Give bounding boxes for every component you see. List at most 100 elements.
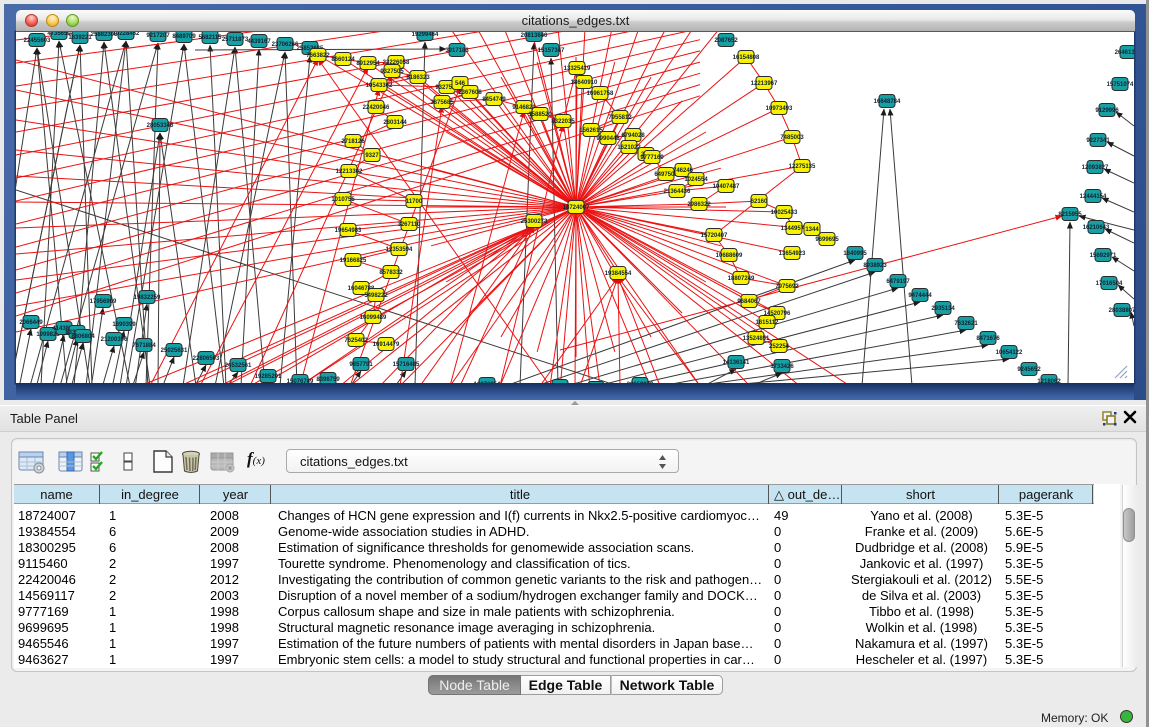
svg-text:11700: 11700 xyxy=(406,199,423,205)
svg-text:12353594: 12353594 xyxy=(386,247,413,253)
svg-text:8215955: 8215955 xyxy=(1058,212,1082,218)
svg-text:13524851: 13524851 xyxy=(743,336,770,342)
svg-text:18724007: 18724007 xyxy=(563,205,590,211)
svg-text:7955812: 7955812 xyxy=(608,115,632,121)
svg-text:9227341: 9227341 xyxy=(1086,138,1110,144)
svg-text:2986322: 2986322 xyxy=(687,202,711,208)
svg-text:15716485: 15716485 xyxy=(393,362,420,368)
svg-text:19166825: 19166825 xyxy=(340,258,367,264)
svg-text:7625402: 7625402 xyxy=(344,338,368,344)
svg-text:22420046: 22420046 xyxy=(363,105,390,111)
svg-text:8489709: 8489709 xyxy=(172,34,196,40)
svg-text:15692971: 15692971 xyxy=(1090,253,1117,259)
svg-text:6794028: 6794028 xyxy=(621,133,645,139)
svg-text:1344: 1344 xyxy=(805,227,819,233)
svg-text:13654923: 13654923 xyxy=(779,251,806,257)
svg-text:7632621: 7632621 xyxy=(954,321,978,327)
svg-text:25300273: 25300273 xyxy=(521,219,548,225)
svg-text:28053346: 28053346 xyxy=(147,123,174,129)
svg-text:3917183: 3917183 xyxy=(445,48,469,54)
svg-text:19832259: 19832259 xyxy=(134,295,161,301)
svg-text:1024554: 1024554 xyxy=(684,177,708,183)
svg-text:28038807: 28038807 xyxy=(1109,308,1134,314)
svg-text:13325419: 13325419 xyxy=(564,66,591,72)
svg-text:3267110: 3267110 xyxy=(397,222,421,228)
svg-text:16648784: 16648784 xyxy=(874,99,901,105)
svg-text:2803144: 2803144 xyxy=(383,120,407,126)
svg-text:16154808: 16154808 xyxy=(733,55,760,61)
svg-text:8454749: 8454749 xyxy=(482,97,506,103)
svg-text:2718126: 2718126 xyxy=(341,139,365,145)
svg-text:12444154: 12444154 xyxy=(1080,194,1107,200)
svg-text:9684067: 9684067 xyxy=(737,299,761,305)
svg-text:22455603: 22455603 xyxy=(24,38,51,44)
svg-text:25711873: 25711873 xyxy=(222,37,249,43)
svg-text:19654983: 19654983 xyxy=(335,228,362,234)
svg-text:19384554: 19384554 xyxy=(605,271,632,277)
svg-text:10407487: 10407487 xyxy=(713,184,740,190)
svg-text:24532561: 24532561 xyxy=(225,363,252,369)
svg-text:5498222: 5498222 xyxy=(364,293,388,299)
svg-text:2935134: 2935134 xyxy=(931,306,955,312)
svg-text:14136141: 14136141 xyxy=(723,360,750,366)
svg-text:9327505: 9327505 xyxy=(380,69,404,75)
svg-text:9129996: 9129996 xyxy=(1095,108,1119,114)
svg-text:8578332: 8578332 xyxy=(379,270,403,276)
svg-text:8806804: 8806804 xyxy=(71,334,95,340)
svg-text:12275135: 12275135 xyxy=(789,164,816,170)
svg-text:4439167: 4439167 xyxy=(247,39,271,45)
svg-text:10543362: 10543362 xyxy=(366,83,393,89)
svg-text:9777169: 9777169 xyxy=(640,155,664,161)
svg-text:9217207: 9217207 xyxy=(146,33,170,39)
svg-text:10973493: 10973493 xyxy=(766,106,793,112)
svg-text:252254: 252254 xyxy=(769,344,790,350)
svg-text:7485003: 7485003 xyxy=(780,135,804,141)
svg-text:8186323: 8186323 xyxy=(406,75,430,81)
svg-text:8938923: 8938923 xyxy=(863,263,887,269)
svg-text:7663822: 7663822 xyxy=(306,53,330,59)
svg-text:1890399: 1890399 xyxy=(112,322,136,328)
svg-text:5682115: 5682115 xyxy=(198,35,222,41)
svg-text:23706266: 23706266 xyxy=(272,42,299,48)
svg-text:12093827: 12093827 xyxy=(1082,165,1109,171)
svg-text:15157347: 15157347 xyxy=(538,48,565,54)
svg-text:9245652: 9245652 xyxy=(1017,367,1041,373)
svg-text:10688609: 10688609 xyxy=(716,253,743,259)
svg-text:10228452: 10228452 xyxy=(113,32,140,37)
svg-text:8471676: 8471676 xyxy=(976,336,1000,342)
svg-text:15720407: 15720407 xyxy=(701,233,728,239)
svg-text:19299464: 19299464 xyxy=(412,32,439,38)
svg-text:12213302: 12213302 xyxy=(336,169,363,175)
svg-text:8660124: 8660124 xyxy=(331,57,355,63)
svg-text:17016504: 17016504 xyxy=(1096,281,1123,287)
svg-text:1588520: 1588520 xyxy=(528,112,552,118)
svg-text:18640910: 18640910 xyxy=(571,80,598,86)
svg-text:12213967: 12213967 xyxy=(751,81,778,87)
svg-text:1640995: 1640995 xyxy=(843,251,867,257)
svg-text:62160: 62160 xyxy=(751,199,768,205)
svg-text:9990448: 9990448 xyxy=(596,136,620,142)
svg-text:7671884: 7671884 xyxy=(132,343,156,349)
svg-text:17956909: 17956909 xyxy=(90,299,117,305)
svg-text:21200396: 21200396 xyxy=(101,337,128,343)
svg-text:3875685: 3875685 xyxy=(430,100,454,106)
svg-text:6479197: 6479197 xyxy=(886,279,910,285)
svg-text:1615112: 1615112 xyxy=(755,320,779,326)
svg-text:1839221: 1839221 xyxy=(68,35,92,41)
svg-text:1733426: 1733426 xyxy=(770,364,794,370)
svg-text:2066449: 2066449 xyxy=(19,320,43,326)
svg-text:16914479: 16914479 xyxy=(373,342,400,348)
svg-text:8322035: 8322035 xyxy=(551,119,575,125)
svg-text:2367608: 2367608 xyxy=(458,90,482,96)
svg-text:15751074: 15751074 xyxy=(1107,82,1134,88)
svg-text:22806503: 22806503 xyxy=(193,356,220,362)
svg-text:2087652: 2087652 xyxy=(714,38,738,44)
svg-text:10025433: 10025433 xyxy=(771,210,798,216)
svg-text:26461350: 26461350 xyxy=(1115,50,1134,56)
svg-text:18807249: 18807249 xyxy=(728,276,755,282)
svg-text:20813640: 20813640 xyxy=(521,33,548,39)
svg-text:9474444: 9474444 xyxy=(908,293,932,299)
svg-text:10654122: 10654122 xyxy=(996,350,1023,356)
svg-text:19285201: 19285201 xyxy=(255,374,282,380)
svg-text:9327: 9327 xyxy=(365,153,379,159)
